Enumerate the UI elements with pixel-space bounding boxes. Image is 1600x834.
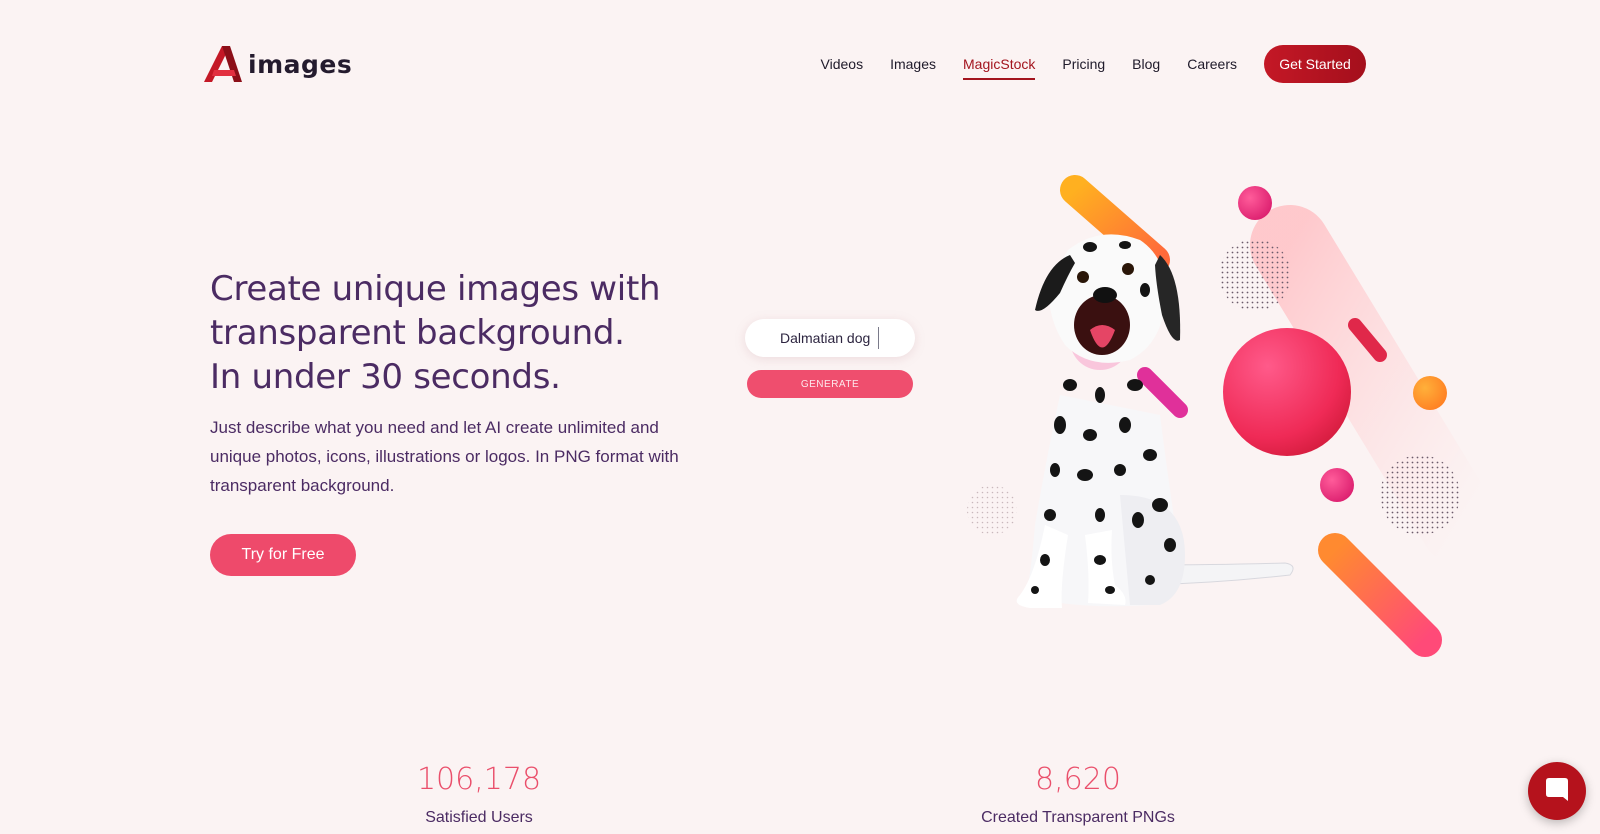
stat-value: 8,620 [1035, 762, 1121, 797]
pink-ball-small-right [1320, 468, 1354, 502]
nav-images[interactable]: Images [890, 46, 936, 82]
text-caret [878, 327, 880, 349]
headline-line-2: transparent background. [210, 313, 625, 353]
small-pink-ball [1238, 186, 1272, 220]
nav-pricing[interactable]: Pricing [1062, 46, 1105, 82]
dotted-circle-left [967, 485, 1017, 535]
hero-headline: Create unique images with transparent ba… [210, 267, 661, 399]
large-pink-ball [1223, 328, 1351, 456]
stat-label: Created Transparent PNGs [981, 809, 1175, 826]
gradient-bar-shape [1318, 533, 1442, 657]
main-nav: Videos Images MagicStock Pricing Blog Ca… [794, 45, 1366, 83]
nav-magicstock[interactable]: MagicStock [963, 46, 1036, 82]
stat-satisfied-users: 106,178 Satisfied Users [319, 762, 639, 827]
nav-careers[interactable]: Careers [1187, 46, 1237, 82]
nav-videos[interactable]: Videos [821, 46, 864, 82]
try-for-free-button[interactable]: Try for Free [210, 534, 356, 576]
dotted-circle-top [1219, 239, 1291, 311]
stat-created-pngs: 8,620 Created Transparent PNGs [918, 762, 1238, 827]
dotted-circle-right [1380, 455, 1460, 535]
magenta-pill-shape [1137, 367, 1188, 418]
prompt-input-value: Dalmatian dog [780, 330, 871, 346]
headline-line-1: Create unique images with [210, 269, 661, 309]
nav-blog[interactable]: Blog [1132, 46, 1160, 82]
stat-label: Satisfied Users [425, 809, 533, 826]
headline-line-3: In under 30 seconds. [210, 357, 561, 397]
logo-text: images [248, 49, 353, 79]
logo-a-icon [204, 46, 242, 82]
stat-value: 106,178 [416, 762, 542, 797]
generate-button[interactable]: GENERATE [747, 370, 913, 398]
get-started-button[interactable]: Get Started [1264, 45, 1366, 83]
logo-link[interactable]: images [204, 46, 352, 82]
hero-illustration [967, 175, 1490, 657]
prompt-input[interactable]: Dalmatian dog [745, 319, 915, 357]
chat-widget-button[interactable] [1528, 762, 1586, 820]
chat-bubble-icon [1546, 778, 1568, 801]
orange-ball [1413, 376, 1447, 410]
hero-description: Just describe what you need and let AI c… [210, 418, 679, 495]
